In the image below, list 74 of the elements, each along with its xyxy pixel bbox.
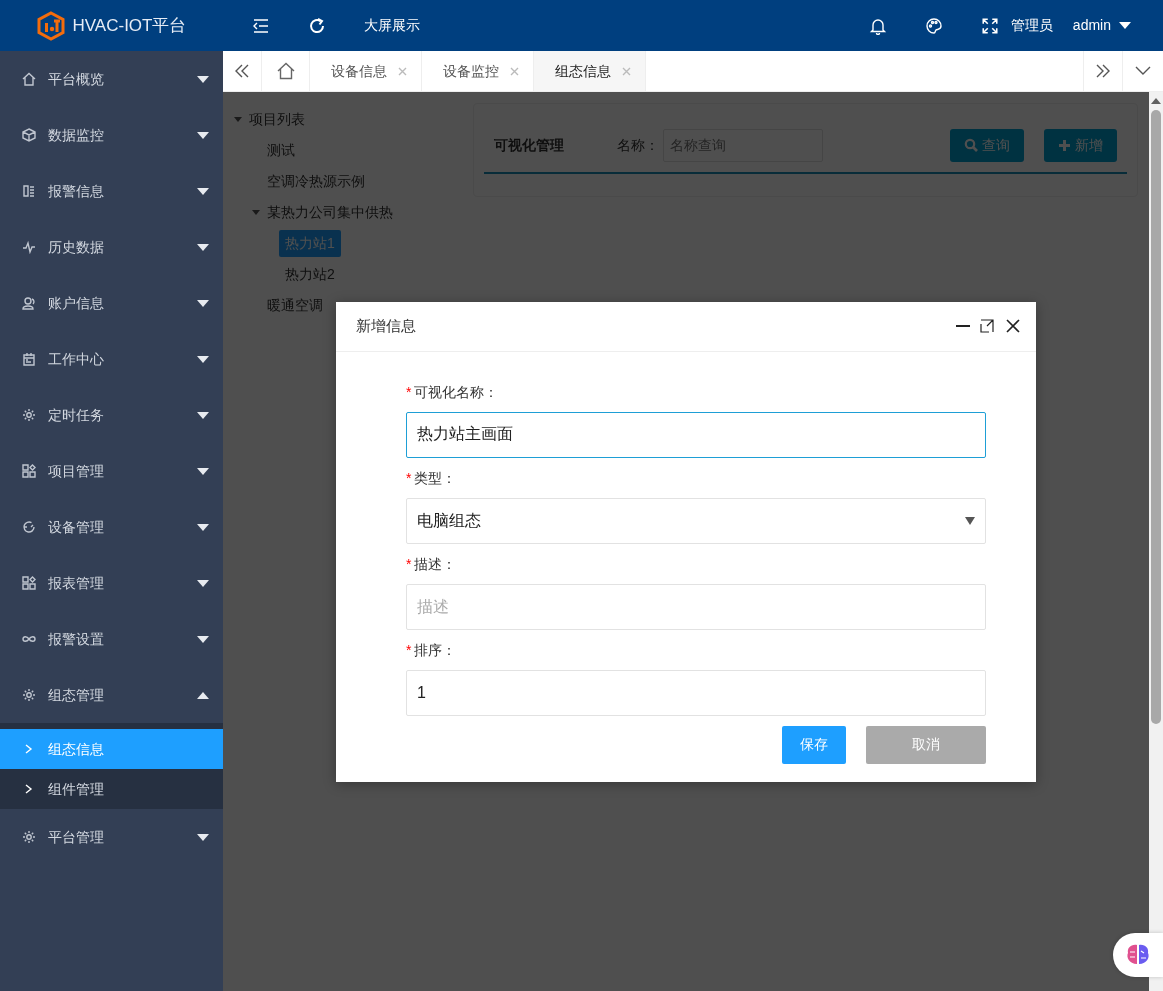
field-label: 类型： <box>414 468 457 488</box>
sidebar-menu-item[interactable]: 平台概览 <box>0 51 223 107</box>
panel-title: 可视化管理 <box>494 135 565 155</box>
field-label: 描述： <box>414 554 457 574</box>
search-icon <box>964 138 978 152</box>
gear-icon <box>22 830 36 844</box>
scrollbar-thumb[interactable] <box>1151 110 1161 724</box>
double-chevron-right-icon <box>1095 63 1111 79</box>
close-button[interactable] <box>1006 319 1020 333</box>
palette-icon <box>924 16 943 35</box>
cube-icon <box>22 128 36 142</box>
assistant-button[interactable] <box>1113 933 1163 977</box>
sidebar-menu-item[interactable]: 历史数据 <box>0 219 223 275</box>
pulse-icon <box>22 240 36 254</box>
brain-icon <box>1125 943 1151 967</box>
required-mark: * <box>406 640 412 660</box>
submenu-item[interactable]: 组件管理 <box>0 769 223 809</box>
chevron-down-icon <box>1135 66 1151 76</box>
sidebar-menu-item[interactable]: 设备管理 <box>0 499 223 555</box>
caret-icon <box>1119 21 1131 30</box>
gear-icon <box>22 688 36 702</box>
minimize-icon <box>956 325 970 327</box>
home-icon <box>22 72 36 86</box>
fullscreen-icon <box>980 16 999 35</box>
input-field[interactable]: 描述 <box>406 583 986 630</box>
field-label: 可视化名称： <box>414 382 499 402</box>
user-role: 管理员 <box>1010 16 1053 35</box>
field-label: 排序： <box>414 640 457 660</box>
input-field[interactable]: 热力站主画面 <box>406 411 986 458</box>
home-icon <box>276 62 295 80</box>
sidebar-menu-item[interactable]: 报警信息 <box>0 163 223 219</box>
page-tab[interactable]: 组态信息 <box>534 51 646 91</box>
scroll-up-icon <box>1151 98 1161 104</box>
required-mark: * <box>406 554 412 574</box>
big-screen-link[interactable]: 大屏展示 <box>364 15 420 36</box>
dialog-title: 新增信息 <box>356 315 417 336</box>
field-label: 名称： <box>617 135 659 155</box>
sidebar-menu-item[interactable]: 组态管理 <box>0 667 223 723</box>
required-mark: * <box>406 382 412 402</box>
maximize-button[interactable] <box>980 319 994 333</box>
calendar-icon <box>22 352 36 366</box>
caret-down-icon <box>965 516 975 525</box>
grid-icon <box>22 576 36 590</box>
user-menu-button[interactable]: admin <box>1072 0 1131 51</box>
maximize-icon <box>980 319 994 333</box>
plus-icon <box>1058 138 1071 152</box>
type-select[interactable]: 电脑组态 <box>406 497 986 544</box>
gauge-icon <box>22 520 36 534</box>
user-icon <box>22 296 36 310</box>
sidebar-menu-item[interactable]: 工作中心 <box>0 331 223 387</box>
chevron-right-icon <box>24 784 33 794</box>
close-icon <box>622 66 631 76</box>
sidebar-menu-item[interactable]: 报警设置 <box>0 611 223 667</box>
double-chevron-left-icon <box>234 63 250 79</box>
grid-icon <box>22 464 36 478</box>
menu-fold-icon <box>252 16 270 35</box>
bell-icon <box>868 16 887 35</box>
close-icon <box>398 66 407 76</box>
logo-icon <box>36 10 65 41</box>
sidebar-menu-item[interactable]: 数据监控 <box>0 107 223 163</box>
required-mark: * <box>406 468 412 488</box>
close-icon <box>510 66 519 76</box>
list-icon <box>22 184 36 198</box>
sidebar-menu-item[interactable]: 定时任务 <box>0 387 223 443</box>
gear-icon <box>22 408 36 422</box>
sidebar-menu-item[interactable]: 报表管理 <box>0 555 223 611</box>
sidebar-menu-item[interactable]: 项目管理 <box>0 443 223 499</box>
sidebar-menu-item[interactable]: 账户信息 <box>0 275 223 331</box>
logo-text: HVAC-IOT平台 <box>72 14 187 37</box>
refresh-icon <box>308 16 326 35</box>
input-field[interactable]: 1 <box>406 669 986 716</box>
chevron-right-icon <box>24 744 33 754</box>
sidebar-menu-item[interactable]: 平台管理 <box>0 809 223 865</box>
close-icon <box>1006 319 1020 333</box>
